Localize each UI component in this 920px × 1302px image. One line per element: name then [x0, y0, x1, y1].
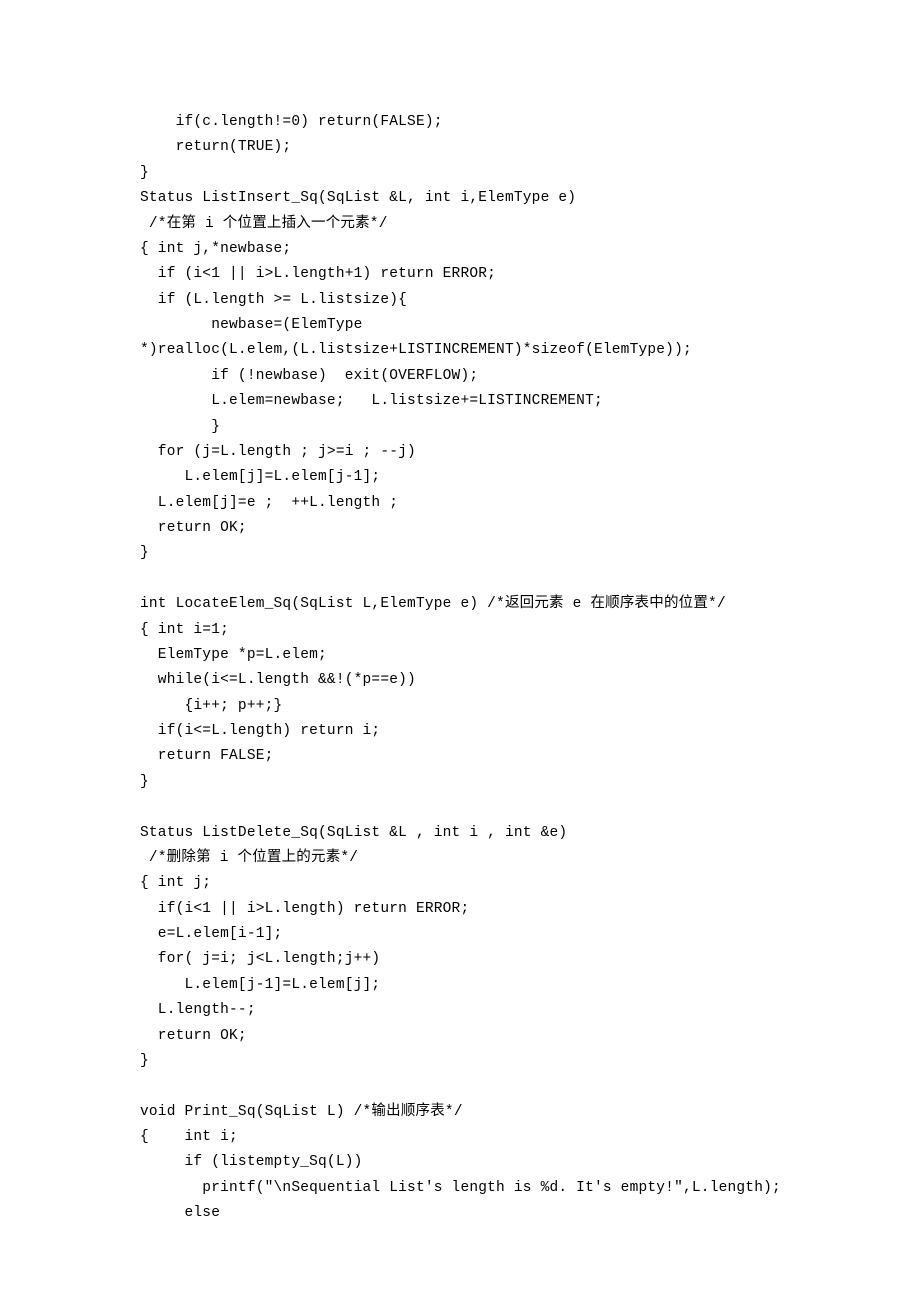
document-page: if(c.length!=0) return(FALSE); return(TR… [0, 0, 920, 1302]
code-content: if(c.length!=0) return(FALSE); return(TR… [140, 110, 780, 1227]
